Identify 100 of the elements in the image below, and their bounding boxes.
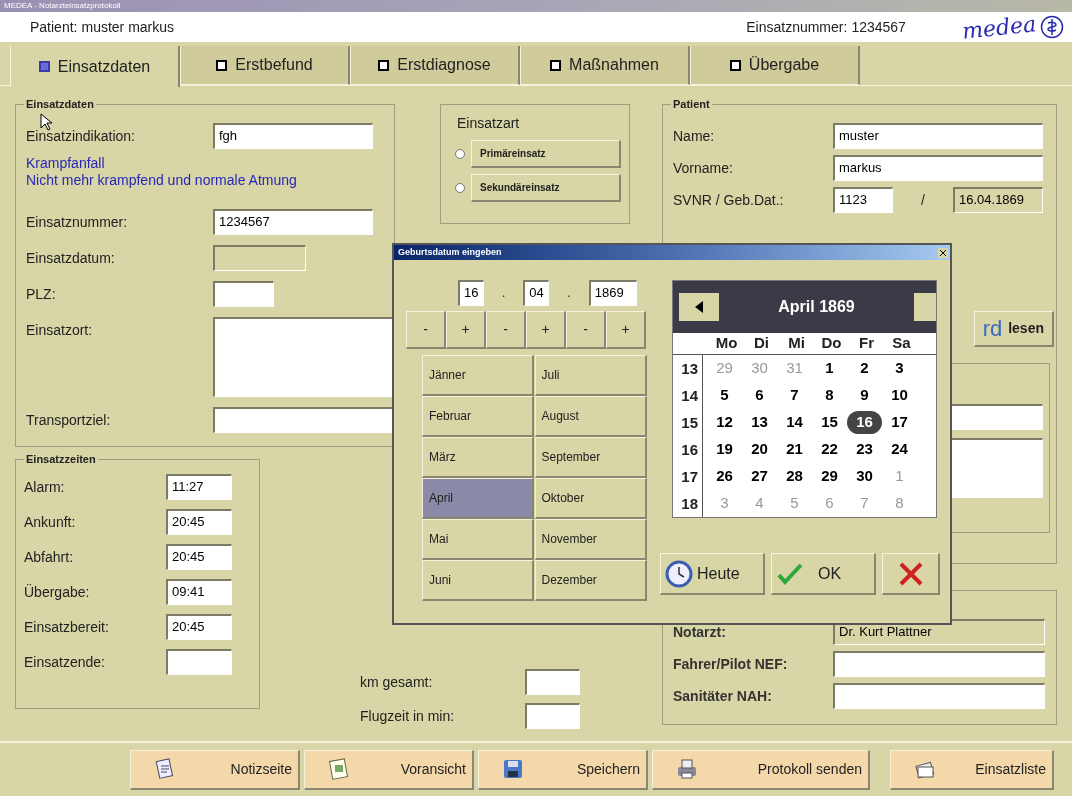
- input-field[interactable]: markus: [833, 155, 1043, 181]
- ok-button[interactable]: OK: [771, 553, 876, 595]
- tab[interactable]: Erstdiagnose: [350, 46, 520, 85]
- field-label: Flugzeit in min:: [360, 706, 456, 726]
- calendar-day[interactable]: 30: [847, 465, 882, 488]
- calendar-day[interactable]: 23: [847, 438, 882, 461]
- calendar-day[interactable]: 1: [812, 357, 847, 380]
- calendar-day[interactable]: 8: [812, 384, 847, 407]
- week-number: 15: [673, 409, 703, 436]
- footer-button[interactable]: Notizseite: [130, 749, 300, 790]
- input-field[interactable]: 20:45: [166, 544, 232, 570]
- calendar-day[interactable]: 28: [777, 465, 812, 488]
- input-field[interactable]: 16.04.1869: [953, 187, 1043, 213]
- month-button[interactable]: Februar: [422, 396, 534, 437]
- input-field[interactable]: 20:45: [166, 509, 232, 535]
- calendar-day[interactable]: 14: [777, 411, 812, 434]
- stepper-button[interactable]: +: [606, 311, 646, 349]
- card-read-button[interactable]: rd lesen: [973, 311, 1054, 347]
- month-button[interactable]: Jänner: [422, 355, 534, 396]
- stepper-button[interactable]: +: [446, 311, 486, 349]
- dialog-title: Geburtsdatum eingeben: [398, 245, 502, 259]
- calendar-day[interactable]: 3: [882, 357, 917, 380]
- tab[interactable]: Übergabe: [690, 46, 860, 85]
- month-button[interactable]: September: [534, 437, 647, 478]
- input-field[interactable]: [213, 281, 274, 307]
- month-button[interactable]: November: [534, 519, 647, 560]
- cursor-icon: [40, 113, 52, 131]
- today-button[interactable]: Heute: [660, 553, 765, 595]
- input-field[interactable]: [525, 703, 580, 729]
- stepper-button[interactable]: -: [406, 311, 446, 349]
- stepper-button[interactable]: -: [566, 311, 606, 349]
- patient-name: muster markus: [81, 17, 175, 37]
- calendar-day[interactable]: 6: [742, 384, 777, 407]
- input-field[interactable]: [833, 683, 1045, 709]
- case-number: 1234567: [851, 17, 906, 37]
- field-label: km gesamt:: [360, 672, 434, 692]
- logo: medea: [960, 9, 1038, 46]
- calendar-day[interactable]: 27: [742, 465, 777, 488]
- month-button[interactable]: Mai: [422, 519, 534, 560]
- tab[interactable]: Erstbefund: [180, 46, 350, 85]
- calendar-day[interactable]: 22: [812, 438, 847, 461]
- input-field[interactable]: 04: [523, 280, 550, 306]
- option-button[interactable]: Primäreinsatz: [471, 140, 621, 168]
- calendar-day[interactable]: 13: [742, 411, 777, 434]
- month-button[interactable]: Juli: [534, 355, 647, 396]
- calendar-day[interactable]: 7: [777, 384, 812, 407]
- input-field[interactable]: muster: [833, 123, 1043, 149]
- footer-button[interactable]: Protokoll senden: [652, 749, 870, 790]
- input-field[interactable]: [525, 669, 580, 695]
- calendar-day[interactable]: 15: [812, 411, 847, 434]
- footer-button[interactable]: Einsatzliste: [890, 749, 1054, 790]
- input-field[interactable]: [166, 649, 232, 675]
- calendar-day[interactable]: 5: [707, 384, 742, 407]
- input-field[interactable]: 1234567: [213, 209, 373, 235]
- stepper-button[interactable]: +: [526, 311, 566, 349]
- month-button[interactable]: Juni: [422, 560, 534, 601]
- calendar-day[interactable]: 29: [812, 465, 847, 488]
- tab[interactable]: Maßnahmen: [520, 46, 690, 85]
- calendar-day[interactable]: 21: [777, 438, 812, 461]
- weekday-label: Do: [820, 332, 843, 353]
- stepper-button[interactable]: -: [486, 311, 526, 349]
- input-field[interactable]: 11:27: [166, 474, 232, 500]
- calendar-day[interactable]: 17: [882, 411, 917, 434]
- calendar-day[interactable]: 10: [882, 384, 917, 407]
- calendar-day[interactable]: 2: [847, 357, 882, 380]
- field-label: Notarzt:: [673, 622, 727, 642]
- previous-month-button[interactable]: [679, 293, 719, 321]
- input-field[interactable]: 1869: [588, 280, 637, 306]
- option-button[interactable]: Sekundäreinsatz: [471, 174, 621, 202]
- input-field[interactable]: 16: [458, 280, 484, 306]
- footer-button[interactable]: Speichern: [478, 749, 648, 790]
- month-button[interactable]: Oktober: [534, 478, 647, 519]
- month-button[interactable]: August: [534, 396, 647, 437]
- calendar-day[interactable]: 12: [707, 411, 742, 434]
- clock-icon: [665, 559, 693, 588]
- indication-note: Nicht mehr krampfend und normale Atmung: [26, 172, 298, 189]
- cancel-button[interactable]: [882, 553, 940, 595]
- radio-button[interactable]: [455, 149, 465, 159]
- input-field[interactable]: 09:41: [166, 579, 232, 605]
- field-label: Fahrer/Pilot NEF:: [673, 654, 789, 674]
- month-button[interactable]: April: [422, 478, 534, 519]
- calendar-day[interactable]: 19: [707, 438, 742, 461]
- calendar-day[interactable]: 16: [847, 411, 882, 434]
- calendar-day[interactable]: 20: [742, 438, 777, 461]
- footer-button[interactable]: Voransicht: [304, 749, 474, 790]
- close-icon[interactable]: [938, 247, 948, 258]
- calendar-day[interactable]: 9: [847, 384, 882, 407]
- input-field[interactable]: fgh: [213, 123, 373, 149]
- input-field[interactable]: 1123: [833, 187, 893, 213]
- week-number: 17: [673, 463, 703, 490]
- caduceus-icon: [1040, 15, 1064, 39]
- calendar-day[interactable]: 24: [882, 438, 917, 461]
- patient-label: Patient:: [30, 17, 78, 37]
- input-field[interactable]: 20:45: [166, 614, 232, 640]
- month-button[interactable]: Dezember: [534, 560, 647, 601]
- radio-button[interactable]: [455, 183, 465, 193]
- input-field[interactable]: [833, 651, 1045, 677]
- month-button[interactable]: März: [422, 437, 534, 478]
- calendar-day[interactable]: 26: [707, 465, 742, 488]
- tab[interactable]: Einsatzdaten: [10, 46, 180, 87]
